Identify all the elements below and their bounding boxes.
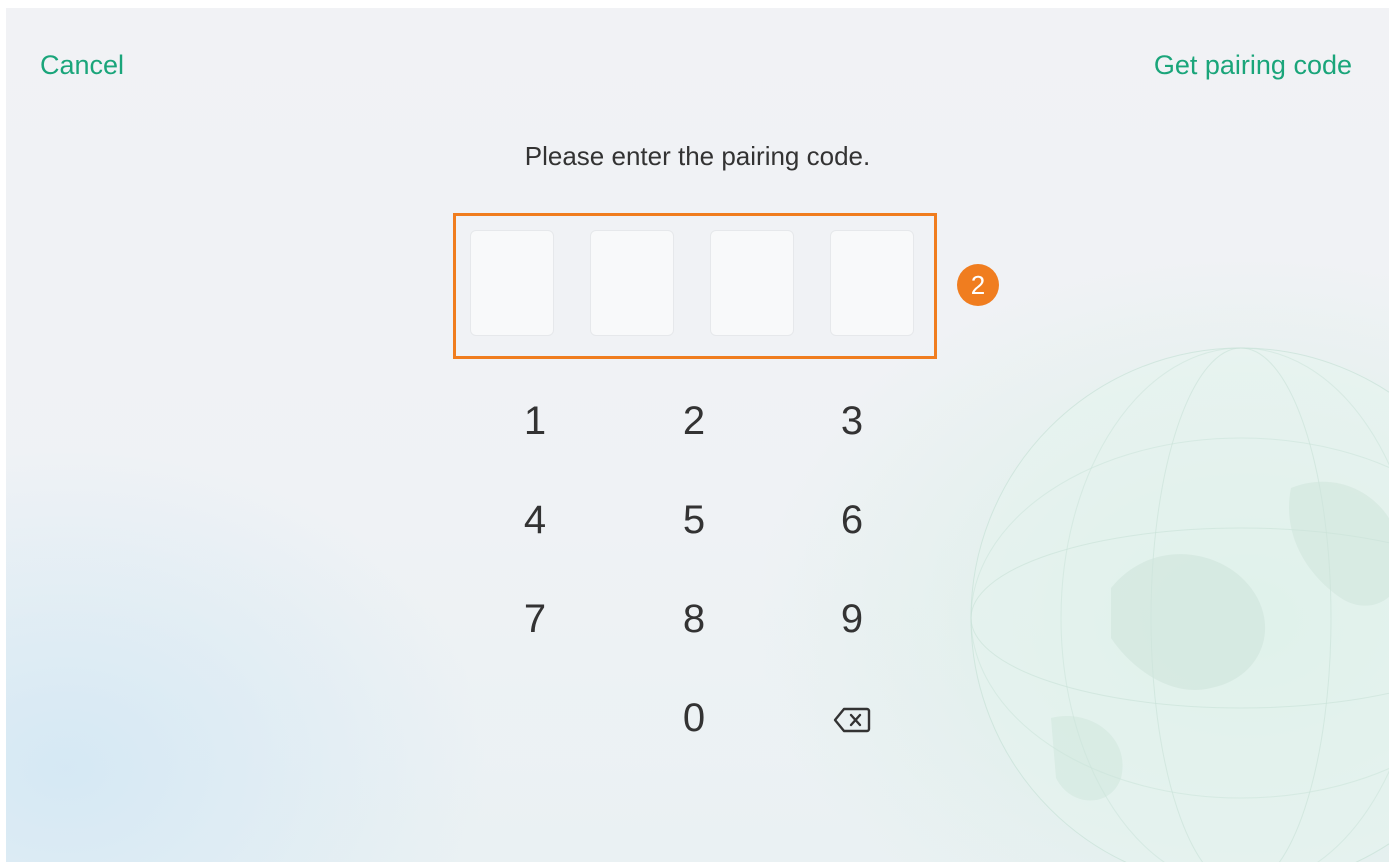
code-digit-box-1[interactable]	[470, 230, 554, 336]
pairing-code-highlight	[453, 213, 937, 359]
annotation-badge: 2	[957, 264, 999, 306]
key-8[interactable]: 8	[639, 584, 749, 654]
globe-background-icon	[970, 347, 1389, 862]
key-2[interactable]: 2	[639, 386, 749, 456]
pairing-screen: Cancel Get pairing code Please enter the…	[6, 8, 1389, 862]
backspace-icon	[833, 708, 871, 733]
key-3[interactable]: 3	[797, 386, 907, 456]
key-4[interactable]: 4	[480, 485, 590, 555]
code-digit-box-4[interactable]	[830, 230, 914, 336]
key-1[interactable]: 1	[480, 386, 590, 456]
pairing-prompt: Please enter the pairing code.	[524, 141, 871, 171]
backspace-button[interactable]	[797, 683, 907, 753]
get-pairing-code-button[interactable]: Get pairing code	[1154, 48, 1352, 82]
cancel-button[interactable]: Cancel	[40, 48, 124, 82]
code-digit-box-3[interactable]	[710, 230, 794, 336]
code-digit-box-2[interactable]	[590, 230, 674, 336]
key-6[interactable]: 6	[797, 485, 907, 555]
key-9[interactable]: 9	[797, 584, 907, 654]
key-7[interactable]: 7	[480, 584, 590, 654]
key-5[interactable]: 5	[639, 485, 749, 555]
key-0[interactable]: 0	[639, 683, 749, 753]
